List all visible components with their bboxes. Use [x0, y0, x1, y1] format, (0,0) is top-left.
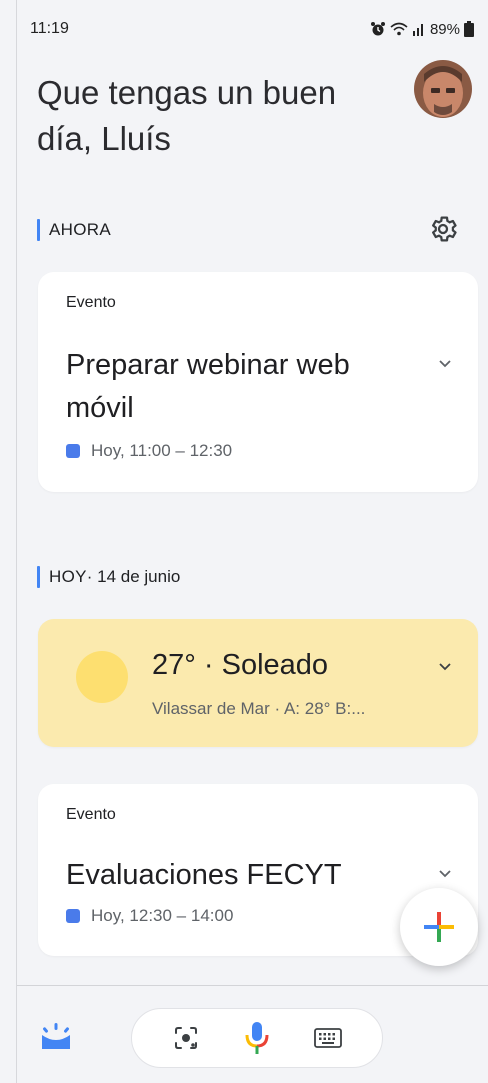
weather-card[interactable]: 27° · Soleado Vilassar de Mar · A: 28° B…	[38, 619, 478, 747]
search-pill	[131, 1008, 383, 1068]
chevron-down-icon[interactable]	[434, 655, 456, 677]
event-card[interactable]: Evento Preparar webinar web móvil Hoy, 1…	[38, 272, 478, 492]
lens-icon	[174, 1027, 197, 1049]
keyboard-icon	[314, 1028, 343, 1048]
event-time-label: Hoy, 11:00 – 12:30	[91, 441, 233, 460]
section-now-header: AHORA	[37, 217, 111, 243]
plus-icon	[424, 912, 454, 942]
calendar-color-dot	[66, 909, 80, 923]
section-accent-bar	[37, 219, 40, 241]
chevron-down-icon[interactable]	[434, 352, 456, 374]
event-title: Evaluaciones FECYT	[66, 859, 342, 891]
home-sparkle-icon[interactable]	[39, 1021, 73, 1051]
keyboard-button[interactable]	[309, 1019, 347, 1057]
weather-headline: 27° · Soleado	[152, 649, 329, 681]
add-button[interactable]	[400, 888, 478, 966]
greeting-title: Que tengas un buen día, Lluís	[37, 74, 337, 157]
status-icons: 89%	[370, 21, 474, 38]
gear-icon	[432, 216, 457, 242]
chevron-down-icon[interactable]	[434, 862, 456, 884]
battery-icon	[464, 21, 474, 37]
signal-icon	[412, 24, 423, 36]
alarm-icon	[370, 22, 385, 36]
lens-button[interactable]	[167, 1019, 205, 1057]
section-accent-bar	[37, 566, 40, 588]
card-kind-label: Evento	[66, 806, 116, 823]
avatar[interactable]	[414, 60, 472, 118]
section-today-label: HOY	[49, 567, 87, 586]
status-time: 11:19	[30, 20, 69, 37]
status-bar: 11:19 89%	[30, 18, 474, 40]
event-time: Hoy, 12:30 – 14:00	[66, 906, 233, 926]
event-time: Hoy, 11:00 – 12:30	[66, 441, 232, 461]
event-title: Preparar webinar web móvil	[66, 349, 350, 424]
sun-icon	[76, 651, 128, 703]
section-today-header: HOY · 14 de junio	[37, 564, 180, 590]
bottom-bar	[17, 985, 488, 1083]
settings-button[interactable]	[425, 211, 461, 247]
voice-search-button[interactable]	[238, 1019, 276, 1057]
event-time-label: Hoy, 12:30 – 14:00	[91, 906, 234, 925]
microphone-icon	[245, 1022, 269, 1054]
section-today-date: · 14 de junio	[86, 567, 181, 586]
battery-percent: 89%	[429, 20, 460, 38]
card-kind-label: Evento	[66, 294, 116, 311]
section-now-label: AHORA	[49, 220, 111, 239]
wifi-icon	[390, 22, 408, 36]
weather-detail: Vilassar de Mar · A: 28° B:...	[152, 699, 366, 718]
calendar-color-dot	[66, 444, 80, 458]
